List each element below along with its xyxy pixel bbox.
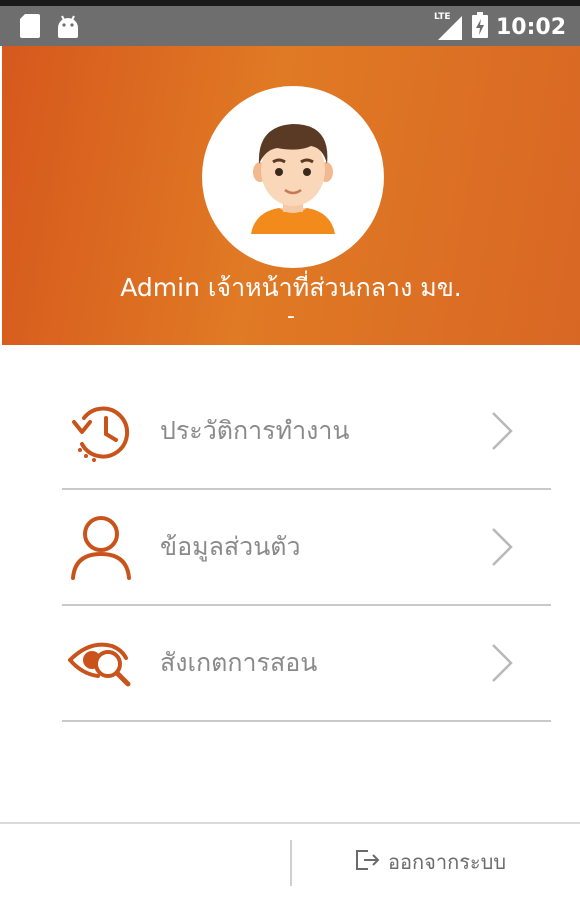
network-type-label: LTE — [433, 12, 451, 22]
user-avatar-icon — [251, 124, 335, 234]
menu-list: ประวัติการทำงาน ข้อมูลส่วนตัว สังเกตการส… — [62, 374, 551, 722]
footer-bar: ออกจากระบบ — [0, 822, 580, 902]
eye-search-icon — [66, 628, 136, 698]
avatar[interactable] — [202, 86, 384, 268]
status-time: 10:02 — [495, 14, 566, 40]
chevron-right-icon — [489, 643, 515, 683]
user-subtitle: - — [287, 304, 295, 329]
sd-card-icon — [20, 14, 40, 42]
menu-item-work-history[interactable]: ประวัติการทำงาน — [62, 374, 551, 490]
chevron-right-icon — [489, 411, 515, 451]
history-clock-icon — [66, 396, 136, 466]
menu-item-label: ข้อมูลส่วนตัว — [160, 532, 301, 561]
user-name: Admin เจ้าหน้าที่ส่วนกลาง มข. — [120, 273, 462, 302]
signal-icon: LTE — [433, 12, 464, 40]
footer-divider — [290, 840, 292, 886]
chevron-right-icon — [489, 527, 515, 567]
battery-charging-icon — [471, 12, 488, 42]
menu-item-label: สังเกตการสอน — [160, 648, 318, 677]
person-icon — [66, 512, 136, 582]
logout-label: ออกจากระบบ — [388, 850, 507, 874]
profile-header: Admin เจ้าหน้าที่ส่วนกลาง มข. - — [2, 46, 580, 345]
menu-item-teaching-observation[interactable]: สังเกตการสอน — [62, 606, 551, 722]
android-icon — [56, 14, 80, 42]
status-bar: LTE 10:02 — [0, 6, 580, 46]
menu-item-personal-info[interactable]: ข้อมูลส่วนตัว — [62, 490, 551, 606]
menu-item-label: ประวัติการทำงาน — [160, 416, 350, 445]
logout-icon — [354, 847, 380, 878]
logout-button[interactable]: ออกจากระบบ — [354, 846, 506, 878]
